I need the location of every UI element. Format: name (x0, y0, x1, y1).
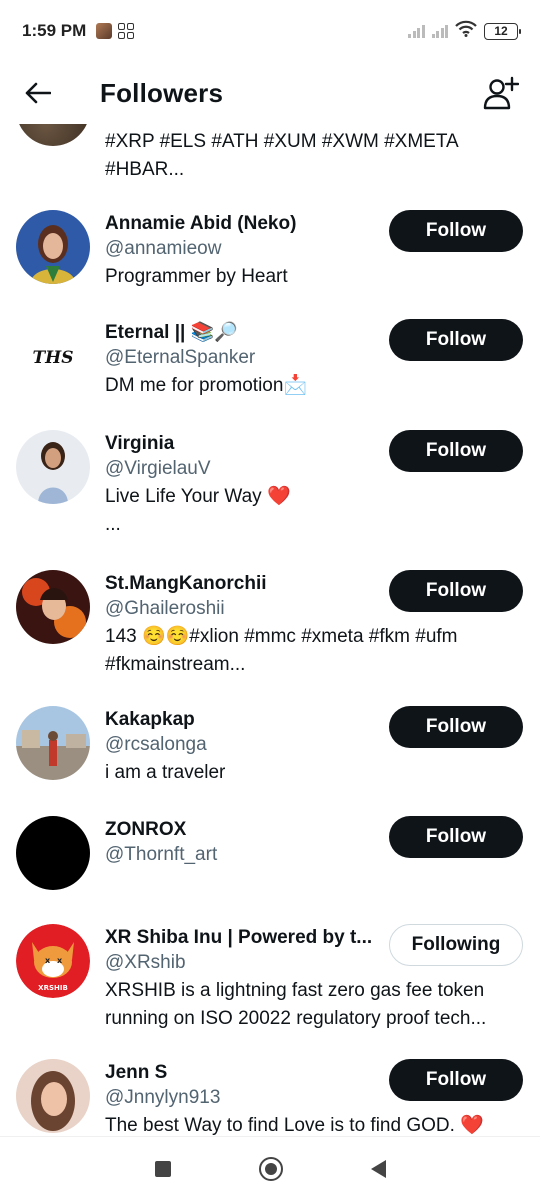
bio-text: Live Life Your Way ❤️ (105, 486, 291, 507)
bio-text: DM me for promotion📩 (105, 375, 308, 396)
add-user-icon (483, 76, 519, 110)
wifi-icon (455, 20, 477, 42)
bio-text: XRSHIB is a lightning fast zero gas fee … (105, 980, 485, 1001)
bio-text: #XRP #ELS #ATH #XUM #XWM #XMETA (105, 131, 459, 152)
bio-text: #fkmainstream... (105, 654, 246, 675)
avatar[interactable] (16, 210, 90, 284)
follow-button[interactable]: Follow (389, 319, 523, 361)
bio-text: i am a traveler (105, 762, 226, 783)
list-item[interactable]: #XRP #ELS #ATH #XUM #XWM #XMETA #HBAR... (0, 124, 540, 190)
page-title: Followers (100, 77, 224, 108)
list-item[interactable]: St.MangKanorchii @Ghaileroshii 143 ☺️☺️#… (0, 570, 540, 690)
user-name[interactable]: Annamie Abid (Neko) (105, 212, 380, 236)
system-nav-bar (0, 1136, 540, 1200)
recents-square-icon[interactable] (154, 1160, 171, 1177)
bio-text: #HBAR... (105, 159, 185, 180)
user-name[interactable]: Kakapkap (105, 708, 380, 732)
list-item[interactable]: ZONROX @Thornft_art Follow (0, 816, 540, 896)
follow-button[interactable]: Follow (389, 570, 523, 612)
status-bar: 1:59 PM 12 (0, 0, 540, 62)
follow-button[interactable]: Follow (389, 706, 523, 748)
user-handle[interactable]: @Thornft_art (105, 842, 380, 867)
grid-app-icon (118, 23, 135, 39)
arrow-left-icon (25, 82, 51, 104)
user-handle[interactable]: @Jnnylyn913 (105, 1085, 380, 1110)
add-user-button[interactable] (480, 72, 522, 114)
avatar[interactable] (16, 1059, 90, 1133)
bio-text: ... (105, 514, 121, 535)
list-item[interactable]: Jenn S @Jnnylyn913 The best Way to find … (0, 1059, 540, 1136)
avatar-logo-text: THS (33, 348, 74, 368)
user-name[interactable]: Eternal || 📚🔎 (105, 321, 380, 345)
user-handle[interactable]: @annamieow (105, 236, 380, 261)
bio-text: running on ISO 20022 regulatory proof te… (105, 1008, 487, 1029)
user-handle[interactable]: @XRshib (105, 950, 380, 975)
home-circle-icon[interactable] (258, 1156, 283, 1181)
list-item[interactable]: Kakapkap @rcsalonga i am a traveler Foll… (0, 706, 540, 806)
back-triangle-icon[interactable] (370, 1159, 386, 1178)
bio-text: The best Way to find Love is to find GOD… (105, 1115, 484, 1136)
signal-icon (408, 24, 425, 38)
status-time: 1:59 PM (22, 21, 87, 40)
follow-button[interactable]: Follow (389, 816, 523, 858)
svg-text:x: x (57, 956, 63, 965)
list-item[interactable]: THS Eternal || 📚🔎 @EternalSpanker DM me … (0, 319, 540, 419)
signal-icon (431, 24, 448, 38)
user-name[interactable]: St.MangKanorchii (105, 572, 380, 596)
avatar-logo-text: XRSHIB (38, 984, 68, 992)
follow-button[interactable]: Follow (389, 1059, 523, 1101)
list-item[interactable]: Annamie Abid (Neko) @annamieow Programme… (0, 210, 540, 310)
follow-button[interactable]: Follow (389, 210, 523, 252)
bio-text: 143 ☺️☺️#xlion #mmc #xmeta #fkm #ufm (105, 626, 458, 647)
avatar[interactable]: x x XRSHIB (16, 924, 90, 998)
bio-text: Programmer by Heart (105, 266, 288, 287)
user-name[interactable]: Jenn S (105, 1061, 380, 1085)
list-item[interactable]: Virginia @VirgielauV Live Life Your Way … (0, 430, 540, 550)
user-handle[interactable]: @rcsalonga (105, 732, 380, 757)
header: Followers (0, 62, 540, 124)
avatar[interactable] (16, 816, 90, 890)
follow-button[interactable]: Follow (389, 430, 523, 472)
user-handle[interactable]: @EternalSpanker (105, 345, 380, 370)
avatar[interactable] (16, 124, 90, 146)
back-button[interactable] (18, 73, 58, 113)
user-name[interactable]: Virginia (105, 432, 380, 456)
followers-list[interactable]: #XRP #ELS #ATH #XUM #XWM #XMETA #HBAR...… (0, 124, 540, 1136)
user-handle[interactable]: @VirgielauV (105, 456, 380, 481)
avatar[interactable] (16, 570, 90, 644)
avatar[interactable] (16, 706, 90, 780)
user-name[interactable]: XR Shiba Inu | Powered by t... (105, 926, 380, 950)
list-item[interactable]: x x XRSHIB XR Shiba Inu | Powered by t... … (0, 924, 540, 1039)
app-thumbnail-icon (96, 23, 113, 39)
avatar[interactable] (16, 430, 90, 504)
avatar[interactable]: THS (16, 319, 90, 393)
svg-text:x: x (45, 956, 51, 965)
following-button[interactable]: Following (389, 924, 523, 966)
battery-icon: 12 (484, 22, 521, 40)
user-handle[interactable]: @Ghaileroshii (105, 596, 380, 621)
user-name[interactable]: ZONROX (105, 818, 380, 842)
